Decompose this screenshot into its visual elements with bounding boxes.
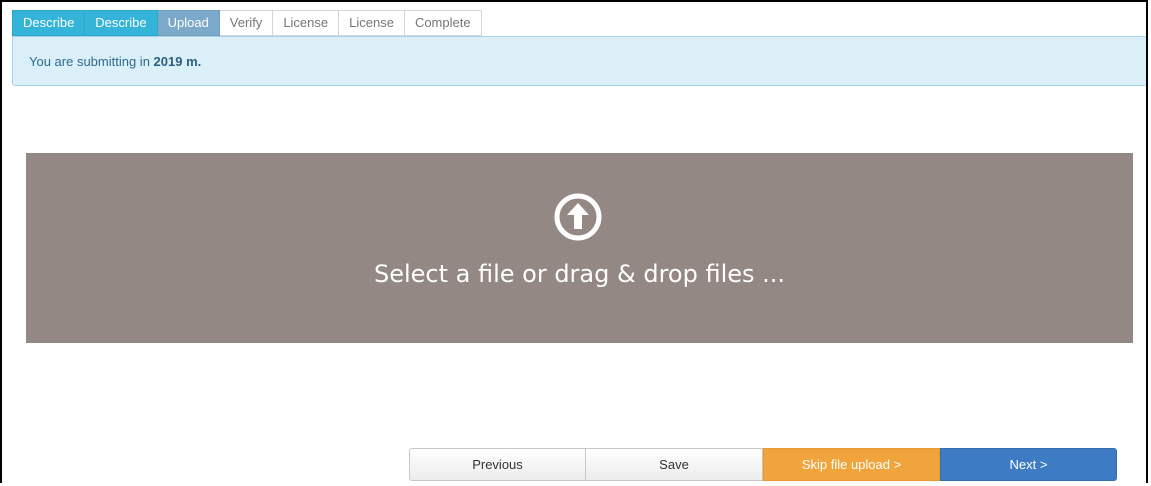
next-button[interactable]: Next > [940, 448, 1117, 481]
step-describe-1[interactable]: Describe [12, 10, 86, 36]
dropzone-label[interactable]: Select a file or drag & drop files ... [26, 260, 1133, 288]
step-upload[interactable]: Upload [157, 10, 220, 36]
action-button-bar: Previous Save Skip file upload > Next > [409, 448, 1117, 481]
submission-info-alert: You are submitting in 2019 m. [12, 36, 1146, 86]
skip-file-upload-button[interactable]: Skip file upload > [763, 448, 940, 481]
step-license-2: License [339, 10, 405, 36]
save-button[interactable]: Save [586, 448, 763, 481]
step-verify: Verify [219, 10, 274, 36]
submission-frame: Describe Describe Upload Verify License … [0, 0, 1148, 483]
upload-arrow-icon[interactable] [553, 192, 603, 242]
step-describe-2[interactable]: Describe [85, 10, 158, 36]
step-license-1: License [273, 10, 340, 36]
alert-text: You are submitting in [29, 54, 154, 69]
previous-button[interactable]: Previous [409, 448, 586, 481]
progress-steps: Describe Describe Upload Verify License … [12, 10, 482, 36]
file-dropzone[interactable] [26, 153, 1133, 343]
step-complete: Complete [404, 10, 482, 36]
alert-collection: 2019 m. [153, 54, 202, 69]
